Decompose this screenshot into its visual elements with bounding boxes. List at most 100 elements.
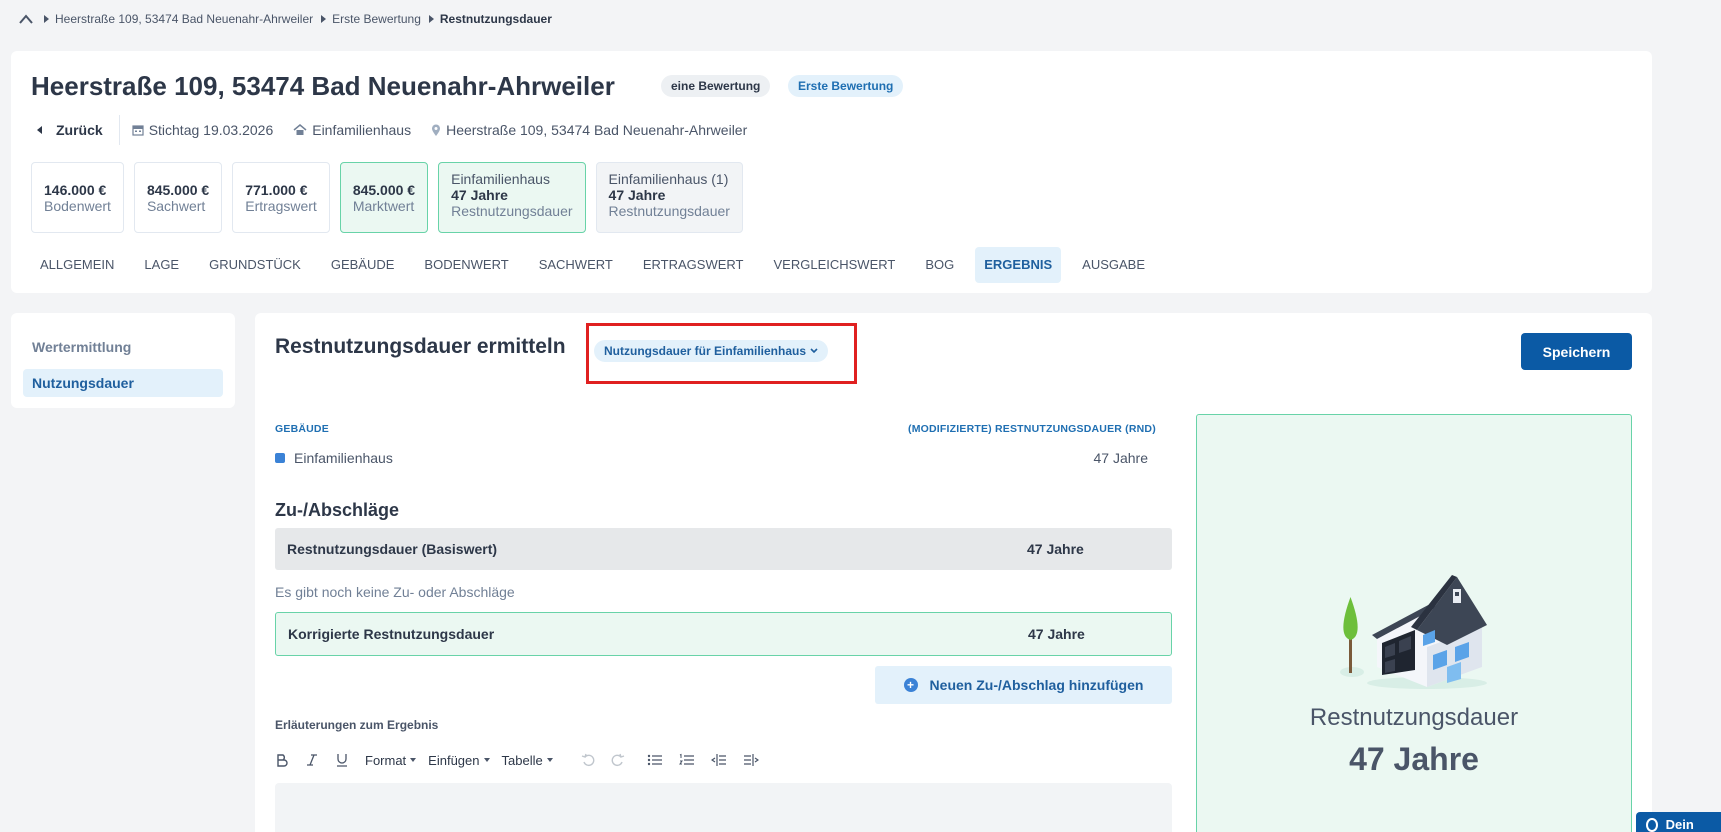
numbered-list-icon[interactable] [678, 753, 695, 767]
value-label: Marktwert [352, 198, 415, 214]
redo-icon[interactable] [611, 753, 625, 767]
corrected-value-amount: 47 Jahre [1028, 626, 1085, 642]
value-card-ertragswert[interactable]: 771.000 € Ertragswert [232, 162, 330, 233]
breadcrumb-item-current: Restnutzungsdauer [439, 12, 552, 26]
valuation-name-badge[interactable]: Erste Bewertung [788, 75, 904, 97]
breadcrumb-item-address[interactable]: Heerstraße 109, 53474 Bad Neuenahr-Ahrwe… [55, 12, 313, 26]
value-amount: 845.000 € [146, 182, 210, 198]
breadcrumb: Heerstraße 109, 53474 Bad Neuenahr-Ahrwe… [18, 12, 560, 26]
base-value-amount: 47 Jahre [1027, 541, 1084, 557]
notes-editor[interactable] [275, 783, 1172, 832]
adjustments-title: Zu-/Abschläge [275, 500, 400, 520]
sidebar-item-wertermittlung[interactable]: Wertermittlung [23, 333, 223, 361]
feedback-button[interactable]: Dein Feedback [1636, 812, 1721, 832]
value-card-bodenwert[interactable]: 146.000 € Bodenwert [31, 162, 124, 233]
breadcrumb-item-valuation[interactable]: Erste Bewertung [332, 12, 421, 26]
notes-label: Erläuterungen zum Ergebnis [275, 718, 439, 732]
tab-bar: ALLGEMEIN LAGE GRUNDSTÜCK GEBÄUDE BODENW… [31, 247, 1166, 283]
property-type-text: Einfamilienhaus [312, 122, 412, 138]
value-label: Sachwert [146, 198, 206, 214]
property-type-item: Einfamilienhaus [293, 122, 411, 138]
tab-ertragswert[interactable]: ERTRAGSWERT [634, 247, 753, 283]
smiley-icon [1646, 818, 1658, 832]
calendar-icon [132, 125, 144, 136]
header-card: Heerstraße 109, 53474 Bad Neuenahr-Ahrwe… [11, 51, 1652, 293]
base-value-row: Restnutzungsdauer (Basiswert) 47 Jahre [275, 528, 1172, 570]
column-header-rnd: (MODIFIZIERTE) RESTNUTZUNGSDAUER (RND) [908, 423, 1156, 435]
insert-menu[interactable]: Einfügen [428, 753, 489, 768]
valuation-count-badge[interactable]: eine Bewertung [661, 75, 771, 97]
sidebar: Wertermittlung Nutzungsdauer [11, 313, 235, 408]
rnd-card-title: Einfamilienhaus [451, 171, 550, 187]
value-card-marktwert[interactable]: 845.000 € Marktwert [339, 162, 429, 233]
tab-ergebnis[interactable]: ERGEBNIS [975, 247, 1062, 283]
column-header-building: GEBÄUDE [275, 423, 329, 435]
rnd-card-title: Einfamilienhaus (1) [608, 171, 729, 187]
corrected-value-row: Korrigierte Restnutzungsdauer 47 Jahre [275, 612, 1172, 656]
back-label: Zurück [56, 122, 103, 138]
page-title: Heerstraße 109, 53474 Bad Neuenahr-Ahrwe… [31, 71, 615, 101]
format-menu[interactable]: Format [365, 753, 416, 768]
building-row: Einfamilienhaus 47 Jahre [275, 450, 1148, 466]
building-color-marker [275, 453, 285, 463]
outdent-icon[interactable] [710, 753, 727, 767]
tab-bog[interactable]: BOG [916, 247, 963, 283]
stichtag-text: Stichtag 19.03.2026 [148, 122, 274, 138]
result-card: Restnutzungsdauer 47 Jahre [1196, 414, 1632, 832]
value-amount: 771.000 € [245, 182, 308, 198]
rnd-card-einfamilienhaus[interactable]: Einfamilienhaus 47 Jahre Restnutzungsdau… [438, 162, 586, 233]
tab-sachwert[interactable]: SACHWERT [530, 247, 622, 283]
chevron-left-icon [37, 126, 42, 134]
home-icon[interactable] [18, 13, 34, 25]
meta-row: Zurück Stichtag 19.03.2026 Einfamilienha… [31, 115, 755, 145]
rnd-card-value: 47 Jahre [608, 187, 666, 203]
value-amount: 845.000 € [352, 182, 416, 198]
tab-allgemein[interactable]: ALLGEMEIN [31, 247, 123, 283]
save-button[interactable]: Speichern [1521, 333, 1632, 370]
address-item: Heerstraße 109, 53474 Bad Neuenahr-Ahrwe… [431, 122, 747, 138]
dropdown-label: Nutzungsdauer für Einfamilienhaus [604, 344, 807, 358]
value-cards: 146.000 € Bodenwert 845.000 € Sachwert 7… [31, 162, 753, 233]
location-pin-icon [432, 124, 441, 136]
bold-icon[interactable] [275, 753, 289, 767]
editor-toolbar: Format Einfügen Tabelle [275, 745, 775, 775]
tab-vergleichswert[interactable]: VERGLEICHSWERT [765, 247, 905, 283]
chevron-down-icon [810, 348, 818, 354]
rnd-card-label: Restnutzungsdauer [451, 203, 573, 219]
chevron-right-icon [44, 15, 49, 23]
indent-icon[interactable] [743, 753, 759, 767]
undo-icon[interactable] [581, 753, 595, 767]
value-label: Bodenwert [44, 198, 111, 214]
rnd-card-einfamilienhaus-1[interactable]: Einfamilienhaus (1) 47 Jahre Restnutzung… [595, 162, 743, 233]
italic-icon[interactable] [305, 753, 319, 767]
result-value: 47 Jahre [1349, 741, 1479, 777]
bullet-list-icon[interactable] [647, 753, 663, 767]
rnd-card-value: 47 Jahre [451, 187, 508, 203]
tab-gebaeude[interactable]: GEBÄUDE [322, 247, 404, 283]
result-label: Restnutzungsdauer [1309, 704, 1519, 731]
feedback-label: Dein Feedback [1665, 817, 1694, 832]
chevron-right-icon [321, 15, 327, 23]
corrected-value-label: Korrigierte Restnutzungsdauer [288, 626, 495, 642]
add-adjustment-label: Neuen Zu-/Abschlag hinzufügen [929, 677, 1144, 693]
tab-lage[interactable]: LAGE [135, 247, 188, 283]
house-illustration-icon [1340, 575, 1487, 689]
value-label: Ertragswert [245, 198, 317, 214]
building-name: Einfamilienhaus [294, 450, 393, 466]
add-adjustment-button[interactable]: + Neuen Zu-/Abschlag hinzufügen [875, 666, 1172, 704]
rnd-card-label: Restnutzungsdauer [608, 203, 730, 219]
tab-ausgabe[interactable]: AUSGABE [1073, 247, 1154, 283]
sidebar-item-nutzungsdauer[interactable]: Nutzungsdauer [23, 369, 223, 397]
empty-adjustments-message: Es gibt noch keine Zu- oder Abschläge [275, 584, 515, 600]
value-card-sachwert[interactable]: 845.000 € Sachwert [133, 162, 223, 233]
section-title: Restnutzungsdauer ermitteln [275, 335, 566, 358]
address-text: Heerstraße 109, 53474 Bad Neuenahr-Ahrwe… [446, 122, 748, 138]
building-rnd-value: 47 Jahre [1093, 450, 1148, 466]
table-menu[interactable]: Tabelle [502, 753, 553, 768]
back-button[interactable]: Zurück [31, 115, 120, 145]
house-icon [293, 124, 307, 135]
tab-bodenwert[interactable]: BODENWERT [415, 247, 517, 283]
usage-duration-dropdown[interactable]: Nutzungsdauer für Einfamilienhaus [594, 340, 829, 362]
tab-grundstueck[interactable]: GRUNDSTÜCK [200, 247, 310, 283]
underline-icon[interactable] [335, 753, 349, 767]
